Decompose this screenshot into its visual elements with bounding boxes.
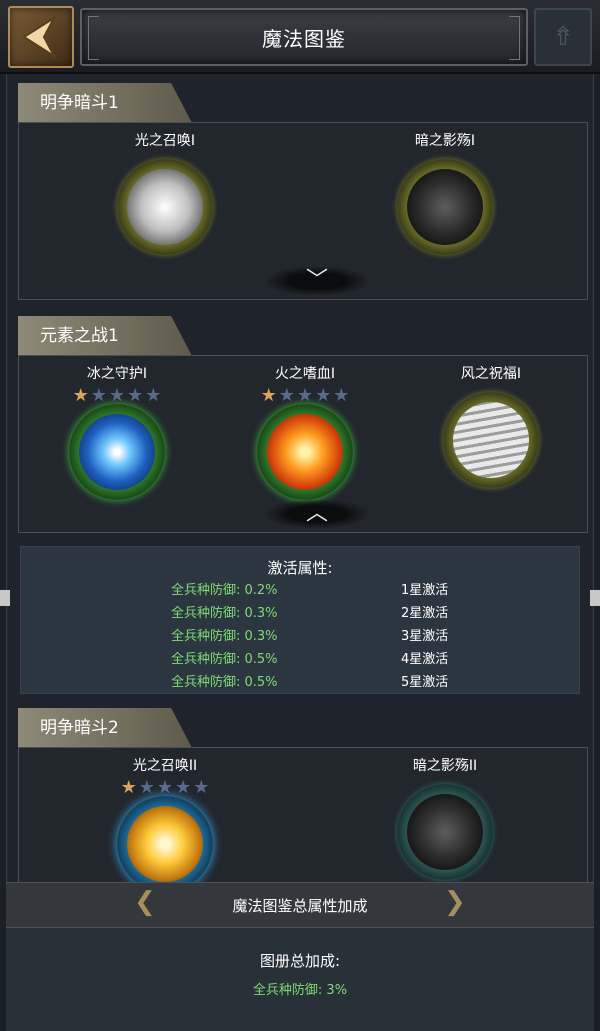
page-title: 魔法图鉴 [80, 8, 528, 66]
magic-card[interactable]: 冰之守护I ★ ★ ★ ★ ★ [57, 364, 177, 500]
light-summon-icon [117, 796, 213, 892]
expand-chevron-icon[interactable]: ﹀ [267, 267, 367, 295]
total-bonus-bar[interactable]: ❮ 魔法图鉴总属性加成 ❯ [6, 882, 594, 928]
attribute-value: 全兵种防御: 0.5% [171, 652, 278, 667]
magic-card[interactable]: 火之嗜血I ★ ★ ★ ★ ★ [245, 364, 365, 500]
header-bar: 魔法图鉴 ⇮ [0, 0, 600, 74]
attribute-value: 全兵种防御: 0.2% [171, 583, 278, 598]
card-name: 暗之影殇II [412, 758, 478, 774]
star-icon: ★ [193, 777, 210, 798]
star-icon: ★ [127, 385, 144, 406]
star-icon: ★ [120, 777, 137, 798]
light-summon-icon [117, 159, 213, 255]
star-rating: ★ ★ ★ ★ ★ [57, 386, 177, 406]
magic-card[interactable]: 暗之影殇I [385, 131, 505, 255]
star-level: 3星激活 [401, 629, 449, 644]
arrow-up-icon: ⇮ [552, 22, 574, 52]
star-icon: ★ [108, 385, 126, 406]
star-level: 1星激活 [401, 583, 449, 598]
star-icon: ★ [296, 385, 314, 406]
star-icon: ★ [72, 385, 89, 406]
star-level: 5星激活 [401, 675, 449, 690]
activation-row: 全兵种防御: 0.2% 1星激活 [21, 579, 579, 602]
card-name: 光之召唤I [134, 133, 196, 149]
magic-card[interactable]: 风之祝福I [431, 364, 551, 488]
album-total-value: 全兵种防御: 3% [252, 983, 348, 998]
section-tab-1[interactable]: 明争暗斗1 [18, 83, 192, 123]
magic-card[interactable]: 暗之影殇II [385, 756, 505, 880]
star-icon: ★ [278, 385, 295, 406]
attribute-value: 全兵种防御: 0.3% [171, 629, 278, 644]
star-icon: ★ [260, 385, 277, 406]
star-icon: ★ [315, 385, 332, 406]
activation-row: 全兵种防御: 0.5% 5星激活 [21, 671, 579, 694]
star-level: 4星激活 [401, 652, 449, 667]
scroll-handle-left[interactable] [0, 590, 10, 606]
activation-title: 激活属性: [267, 559, 333, 577]
card-name: 火之嗜血I [274, 366, 336, 382]
dark-shadow-icon [397, 159, 493, 255]
section-tab-3[interactable]: 明争暗斗2 [18, 708, 192, 748]
star-icon: ★ [156, 777, 174, 798]
dark-shadow-icon [397, 784, 493, 880]
star-icon: ★ [145, 385, 162, 406]
info-button[interactable]: ⇮ [534, 8, 592, 66]
section-tab-2[interactable]: 元素之战1 [18, 316, 192, 356]
ice-guard-icon [69, 404, 165, 500]
activation-attributes: 激活属性: 全兵种防御: 0.2% 1星激活 全兵种防御: 0.3% 2星激活 … [20, 546, 580, 694]
total-bonus-label: 魔法图鉴总属性加成 [232, 896, 368, 915]
magic-card[interactable]: 光之召唤I [105, 131, 225, 255]
back-arrow-icon [22, 15, 57, 59]
card-name: 风之祝福I [460, 366, 522, 382]
activation-row: 全兵种防御: 0.3% 3星激活 [21, 625, 579, 648]
card-name: 光之召唤II [132, 758, 198, 774]
album-total-bonus: 图册总加成: 全兵种防御: 3% [6, 928, 594, 1031]
star-rating: ★ ★ ★ ★ ★ [245, 386, 365, 406]
collapse-chevron-icon[interactable]: ︿ [267, 500, 367, 528]
back-button[interactable] [8, 6, 74, 68]
star-level: 2星激活 [401, 606, 449, 621]
scroll-handle-right[interactable] [590, 590, 600, 606]
star-rating: ★ ★ ★ ★ ★ [105, 778, 225, 798]
attribute-value: 全兵种防御: 0.3% [171, 606, 278, 621]
star-icon: ★ [175, 777, 192, 798]
attribute-value: 全兵种防御: 0.5% [171, 675, 278, 690]
section-panel-2: 冰之守护I ★ ★ ★ ★ ★ 火之嗜血I ★ ★ ★ ★ ★ 风之祝福I ︿ [18, 355, 588, 533]
star-icon: ★ [138, 777, 155, 798]
wind-blessing-icon [443, 392, 539, 488]
activation-row: 全兵种防御: 0.3% 2星激活 [21, 602, 579, 625]
section-panel-1: 光之召唤I 暗之影殇I ﹀ [18, 122, 588, 300]
section-panel-3: 光之召唤II ★ ★ ★ ★ ★ 暗之影殇II [18, 747, 588, 892]
ornament-right-icon: ❯ [444, 887, 466, 917]
magic-card[interactable]: 光之召唤II ★ ★ ★ ★ ★ [105, 756, 225, 892]
activation-row: 全兵种防御: 0.5% 4星激活 [21, 648, 579, 671]
card-name: 暗之影殇I [414, 133, 476, 149]
fire-bloodlust-icon [257, 404, 353, 500]
star-icon: ★ [333, 385, 350, 406]
star-icon: ★ [90, 385, 107, 406]
card-name: 冰之守护I [86, 366, 148, 382]
album-total-title: 图册总加成: [259, 952, 341, 970]
ornament-left-icon: ❮ [134, 887, 156, 917]
